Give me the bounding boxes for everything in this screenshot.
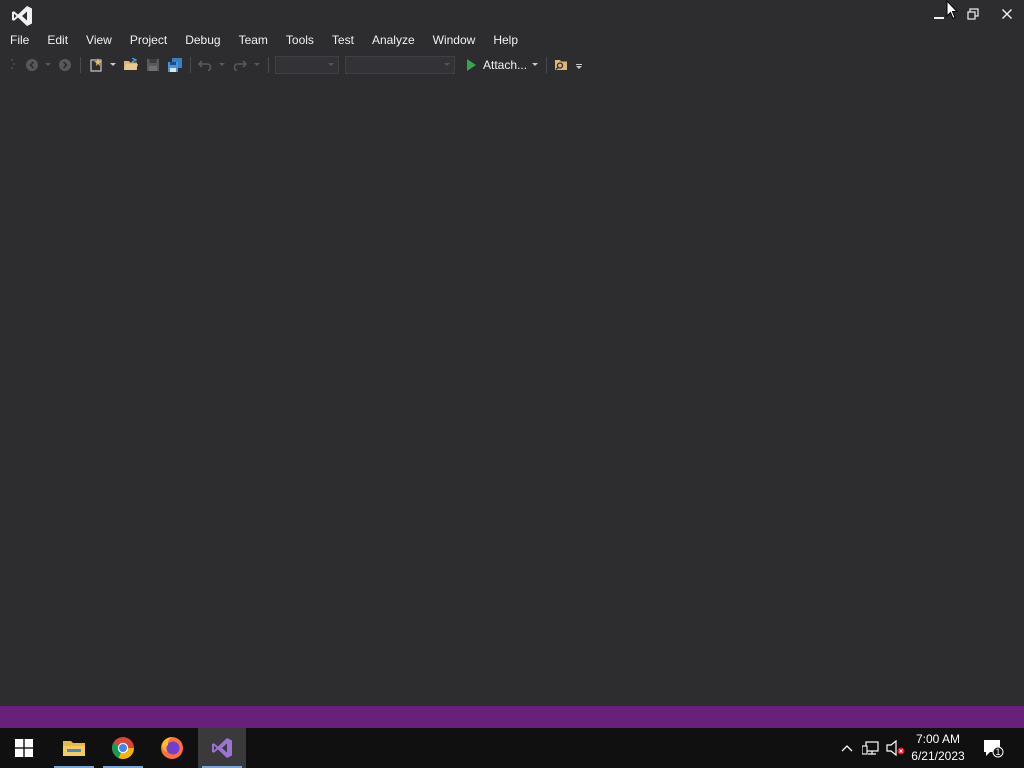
- backward-dropdown-icon[interactable]: [43, 56, 53, 74]
- empty-editor-area: [0, 78, 1024, 706]
- title-bar: [0, 0, 1024, 30]
- undo-icon[interactable]: [197, 56, 213, 74]
- visual-studio-icon: [212, 738, 232, 758]
- show-hidden-icons-button[interactable]: [838, 728, 856, 768]
- chevron-up-icon: [841, 745, 853, 752]
- new-project-icon[interactable]: [88, 56, 104, 74]
- navigate-backward-icon[interactable]: [24, 56, 40, 74]
- navigate-forward-icon[interactable]: [57, 56, 73, 74]
- toolbar-options-icon[interactable]: [574, 56, 584, 74]
- taskbar-chrome[interactable]: [99, 728, 147, 768]
- new-project-dropdown-icon[interactable]: [108, 56, 118, 74]
- redo-icon[interactable]: [232, 56, 248, 74]
- chrome-icon: [112, 737, 134, 759]
- menu-window[interactable]: Window: [433, 30, 476, 51]
- folder-icon: [63, 741, 85, 756]
- close-button[interactable]: [990, 0, 1024, 28]
- chevron-down-icon: [444, 63, 450, 66]
- menu-analyze[interactable]: Analyze: [372, 30, 415, 51]
- network-icon[interactable]: [861, 728, 881, 768]
- taskbar-visual-studio[interactable]: [198, 728, 246, 768]
- clock-date: 6/21/2023: [911, 749, 965, 763]
- undo-dropdown-icon[interactable]: [217, 56, 227, 74]
- menu-project[interactable]: Project: [130, 30, 167, 51]
- chevron-down-icon: [328, 63, 334, 66]
- menu-test[interactable]: Test: [332, 30, 354, 51]
- toolbar-separator: [546, 57, 547, 73]
- standard-toolbar: Attach...: [0, 54, 1024, 76]
- menu-help[interactable]: Help: [493, 30, 518, 51]
- restore-button[interactable]: [956, 0, 990, 28]
- menu-file[interactable]: File: [10, 30, 29, 51]
- attach-dropdown-icon[interactable]: [530, 56, 540, 74]
- firefox-icon: [161, 737, 183, 759]
- toolbar-separator: [190, 57, 191, 73]
- start-debugging-icon[interactable]: [463, 56, 479, 74]
- menu-tools[interactable]: Tools: [286, 30, 314, 51]
- open-file-icon[interactable]: [122, 56, 140, 74]
- toolbar-grip[interactable]: [10, 56, 16, 74]
- solution-configurations-combo[interactable]: [275, 56, 339, 74]
- status-bar: [0, 706, 1024, 728]
- windows-taskbar: 7:00 AM 6/21/2023 1: [0, 728, 1024, 768]
- windows-logo-icon: [15, 739, 33, 757]
- menu-debug[interactable]: Debug: [185, 30, 220, 51]
- notification-count-badge: 1: [995, 747, 1001, 757]
- redo-dropdown-icon[interactable]: [252, 56, 262, 74]
- attach-button[interactable]: Attach...: [483, 57, 527, 73]
- start-button[interactable]: [0, 728, 48, 768]
- taskbar-firefox[interactable]: [148, 728, 196, 768]
- menu-view[interactable]: View: [86, 30, 112, 51]
- mouse-cursor-icon: [946, 0, 959, 25]
- clock-time: 7:00 AM: [915, 732, 961, 746]
- taskbar-clock[interactable]: 7:00 AM 6/21/2023: [904, 731, 972, 765]
- find-in-files-icon[interactable]: [552, 56, 570, 74]
- menu-team[interactable]: Team: [239, 30, 268, 51]
- toolbar-separator: [268, 57, 269, 73]
- visual-studio-window: File Edit View Project Debug Team Tools …: [0, 0, 1024, 728]
- taskbar-file-explorer[interactable]: [50, 728, 98, 768]
- save-icon[interactable]: [145, 56, 161, 74]
- visual-studio-logo-icon[interactable]: [10, 5, 34, 27]
- action-center-button[interactable]: 1: [980, 728, 1006, 768]
- menu-edit[interactable]: Edit: [47, 30, 68, 51]
- menu-bar: File Edit View Project Debug Team Tools …: [0, 30, 526, 51]
- save-all-icon[interactable]: [166, 56, 184, 74]
- solution-platforms-combo[interactable]: [345, 56, 455, 74]
- toolbar-separator: [80, 57, 81, 73]
